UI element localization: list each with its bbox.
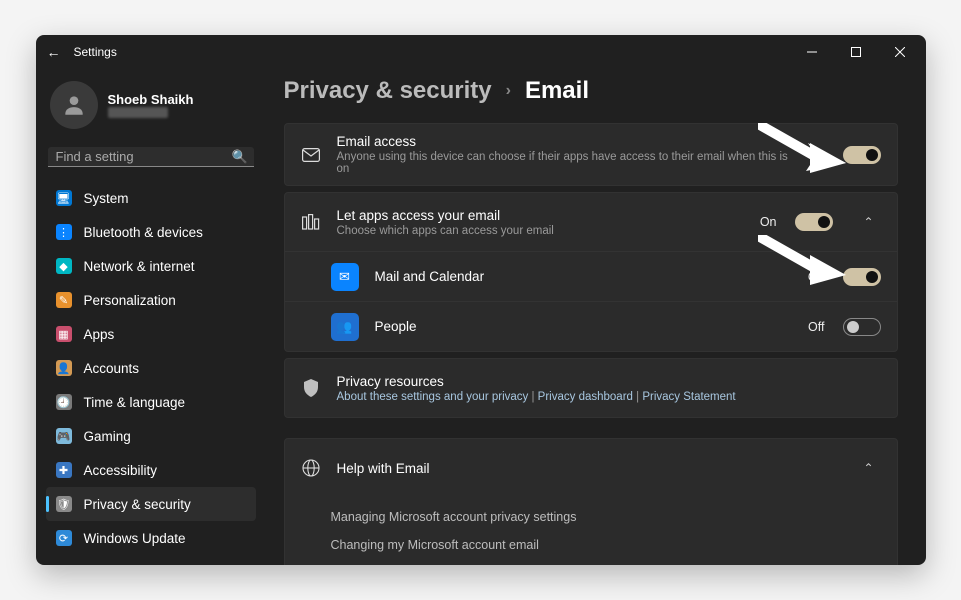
app-name: People (375, 319, 793, 334)
app-toggle[interactable] (843, 268, 881, 286)
nav-label: Privacy & security (84, 497, 191, 512)
app-title: Settings (74, 45, 117, 59)
globe-icon (301, 458, 321, 478)
let-apps-row[interactable]: Let apps access your email Choose which … (285, 193, 897, 251)
nav-list: 🖥 System ⋮ Bluetooth & devices ◆ Network & in… (46, 181, 256, 555)
nav-label: System (84, 191, 129, 206)
privacy-resources-links: About these settings and your privacy | … (337, 391, 881, 403)
sidebar-item-accessibility[interactable]: ✚ Accessibility (46, 453, 256, 487)
nav-label: Accessibility (84, 463, 158, 478)
email-access-card: Email access Anyone using this device ca… (284, 123, 898, 186)
let-apps-state: On (760, 215, 777, 229)
nav-icon: ▦ (56, 326, 72, 342)
app-row-people[interactable]: 👥 People Off (285, 301, 897, 351)
search-box[interactable]: 🔍 (48, 147, 254, 167)
help-header[interactable]: Help with Email ⌃ (285, 439, 897, 497)
nav-icon: ⟳ (56, 530, 72, 546)
nav-icon: ◆ (56, 258, 72, 274)
nav-icon: 🕘 (56, 394, 72, 410)
resources-link-1[interactable]: Privacy dashboard (538, 391, 633, 403)
help-list: Managing Microsoft account privacy setti… (285, 497, 897, 565)
resources-link-0[interactable]: About these settings and your privacy (337, 391, 529, 403)
sidebar-item-network-internet[interactable]: ◆ Network & internet (46, 249, 256, 283)
nav-label: Bluetooth & devices (84, 225, 203, 240)
breadcrumb-current: Email (525, 77, 589, 105)
nav-label: Accounts (84, 361, 140, 376)
settings-window: ← Settings Shoeb Shaikh 🔍 🖥 (36, 35, 926, 565)
search-icon: 🔍 (232, 149, 248, 165)
window-controls (790, 37, 922, 67)
mail-icon (301, 145, 321, 165)
chevron-right-icon: › (506, 82, 511, 100)
sidebar-item-windows-update[interactable]: ⟳ Windows Update (46, 521, 256, 555)
sidebar-item-system[interactable]: 🖥 System (46, 181, 256, 215)
nav-label: Personalization (84, 293, 176, 308)
nav-label: Windows Update (84, 531, 186, 546)
let-apps-card: Let apps access your email Choose which … (284, 192, 898, 352)
back-button[interactable]: ← (40, 44, 68, 60)
privacy-resources-title: Privacy resources (337, 374, 881, 389)
close-button[interactable] (878, 37, 922, 67)
email-access-row[interactable]: Email access Anyone using this device ca… (285, 124, 897, 185)
breadcrumb-parent[interactable]: Privacy & security (284, 77, 492, 105)
nav-icon: ✚ (56, 462, 72, 478)
app-name: Mail and Calendar (375, 269, 792, 284)
nav-icon: 🛡 (56, 496, 72, 512)
privacy-resources-card[interactable]: Privacy resources About these settings a… (284, 358, 898, 418)
minimize-button[interactable] (790, 37, 834, 67)
nav-icon: 👤 (56, 360, 72, 376)
app-toggle-state: On (808, 270, 825, 284)
nav-icon: ✎ (56, 292, 72, 308)
help-title: Help with Email (337, 461, 833, 476)
profile-subtext (108, 107, 168, 118)
help-link[interactable]: Unblocking my Microsoft account (331, 559, 881, 565)
breadcrumb: Privacy & security › Email (284, 77, 898, 105)
search-input[interactable] (56, 149, 232, 164)
chevron-up-icon[interactable]: ⌃ (857, 461, 881, 475)
let-apps-toggle[interactable] (795, 213, 833, 231)
help-link[interactable]: Managing Microsoft account privacy setti… (331, 503, 881, 531)
let-apps-desc: Choose which apps can access your email (337, 225, 744, 237)
app-icon: ✉ (331, 263, 359, 291)
app-toggle-state: Off (808, 320, 824, 334)
maximize-button[interactable] (834, 37, 878, 67)
shield-icon (301, 378, 321, 398)
nav-label: Time & language (84, 395, 186, 410)
sidebar-item-bluetooth-devices[interactable]: ⋮ Bluetooth & devices (46, 215, 256, 249)
email-access-toggle[interactable] (843, 146, 881, 164)
sidebar-item-apps[interactable]: ▦ Apps (46, 317, 256, 351)
nav-icon: 🎮 (56, 428, 72, 444)
nav-label: Apps (84, 327, 115, 342)
nav-icon: ⋮ (56, 224, 72, 240)
resources-link-2[interactable]: Privacy Statement (642, 391, 735, 403)
sidebar-item-privacy-security[interactable]: 🛡 Privacy & security (46, 487, 256, 521)
app-row-mail-and-calendar[interactable]: ✉ Mail and Calendar On (285, 251, 897, 301)
nav-icon: 🖥 (56, 190, 72, 206)
email-access-state: On (808, 148, 825, 162)
titlebar: ← Settings (36, 35, 926, 69)
apps-access-icon (301, 212, 321, 232)
help-link[interactable]: Changing my Microsoft account email (331, 531, 881, 559)
nav-label: Network & internet (84, 259, 195, 274)
email-access-title: Email access (337, 134, 792, 149)
avatar (50, 81, 98, 129)
sidebar-item-time-language[interactable]: 🕘 Time & language (46, 385, 256, 419)
nav-label: Gaming (84, 429, 131, 444)
profile-block[interactable]: Shoeb Shaikh (46, 73, 256, 143)
profile-name: Shoeb Shaikh (108, 92, 194, 107)
chevron-up-icon[interactable]: ⌃ (857, 215, 881, 229)
email-access-desc: Anyone using this device can choose if t… (337, 151, 792, 175)
app-toggle[interactable] (843, 318, 881, 336)
sidebar: Shoeb Shaikh 🔍 🖥 System ⋮ Bluetooth & devic… (36, 69, 266, 565)
app-icon: 👥 (331, 313, 359, 341)
sidebar-item-gaming[interactable]: 🎮 Gaming (46, 419, 256, 453)
main-content[interactable]: Privacy & security › Email Email access … (266, 69, 926, 565)
let-apps-title: Let apps access your email (337, 208, 744, 223)
help-card: Help with Email ⌃ Managing Microsoft acc… (284, 438, 898, 565)
sidebar-item-personalization[interactable]: ✎ Personalization (46, 283, 256, 317)
sidebar-item-accounts[interactable]: 👤 Accounts (46, 351, 256, 385)
